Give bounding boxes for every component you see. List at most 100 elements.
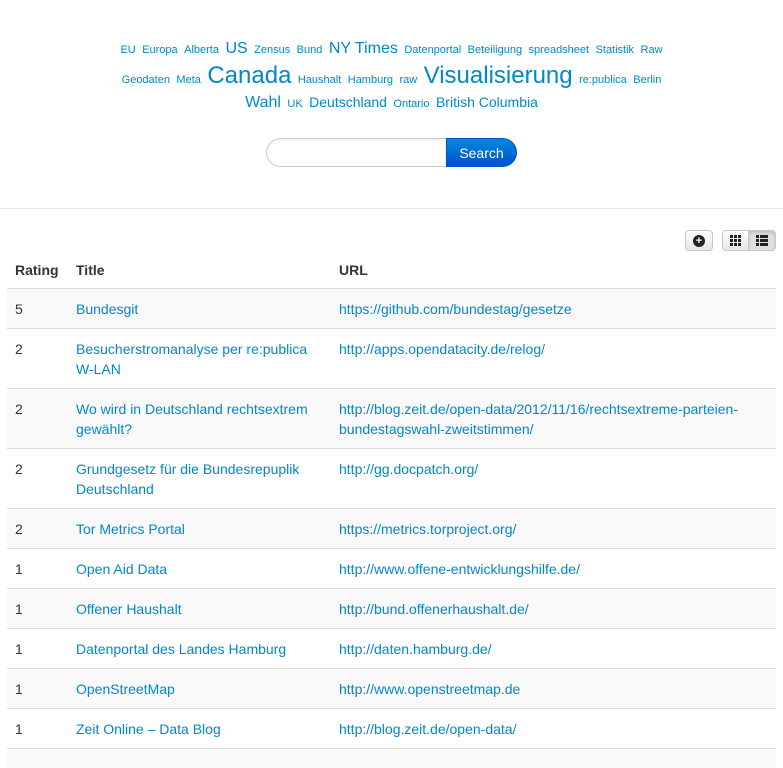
tag-link[interactable]: Geodaten [122,74,170,86]
title-link[interactable]: Offener Haushalt [76,601,182,617]
divider [0,208,783,209]
table-row: 2Besucherstromanalyse per re:publica W-L… [7,329,776,389]
tag-link[interactable]: British Columbia [436,94,538,110]
url-cell: http://blog.zeit.de/open-data/ [331,709,776,749]
rating-cell: 2 [7,449,68,509]
rating-cell: 1 [7,669,68,709]
title-cell: OpenStreetMap [68,669,331,709]
column-header-url[interactable]: URL [331,252,776,289]
tag-link[interactable]: NY Times [329,40,398,57]
grid-view-button[interactable] [722,230,749,251]
column-header-title[interactable]: Title [68,252,331,289]
tag-link[interactable]: Meta [176,74,200,86]
tag-link[interactable]: UK [287,98,302,110]
title-cell: Open Aid Data [68,549,331,589]
title-link[interactable]: Open Aid Data [76,561,167,577]
url-cell [331,749,776,768]
title-cell: Grundgesetz für die Bundesrepuplik Deuts… [68,449,331,509]
tag-link[interactable]: raw [399,74,417,86]
tag-link[interactable]: Haushalt [298,74,341,86]
rating-cell: 1 [7,709,68,749]
rating-cell: 1 [7,589,68,629]
table-row: 1 Zeit Online – Data Blog http://blog.zeit… [7,709,776,749]
table-row: 2Grundgesetz für die Bundesrepuplik Deut… [7,449,776,509]
url-link[interactable]: http://www.openstreetmap.de [339,681,520,697]
tag-link[interactable]: Zensus [254,44,290,56]
add-entry-button[interactable]: + [685,230,713,251]
tag-link[interactable]: US [225,40,247,57]
url-link[interactable]: http://apps.opendatacity.de/relog/ [339,341,545,357]
url-link[interactable]: http://gg.docpatch.org/ [339,461,478,477]
tag-link[interactable]: Datenportal [404,44,461,56]
url-cell: http://www.openstreetmap.de [331,669,776,709]
url-link[interactable]: http://www.offene-entwicklungshilfe.de/ [339,561,580,577]
table-row: 1 Datenportal des Landes Hamburg http://da… [7,629,776,669]
tag-link[interactable]: Alberta [184,44,219,56]
table-row: 2 Tor Metrics Portal https://metrics.torpr… [7,509,776,549]
title-cell: Wo wird in Deutschland rechtsextrem gewä… [68,389,331,449]
table-row [7,749,776,768]
table-row: 2Wo wird in Deutschland rechtsextrem gew… [7,389,776,449]
url-link[interactable]: http://blog.zeit.de/open-data/ [339,721,516,737]
title-cell: Tor Metrics Portal [68,509,331,549]
tag-link[interactable]: re:publica [579,74,627,86]
column-header-rating[interactable]: Rating [7,252,68,289]
links-table: Rating Title URL 5 Bundesgit https://githu… [7,252,776,768]
title-link[interactable]: OpenStreetMap [76,681,175,697]
rating-cell: 2 [7,329,68,389]
search-input[interactable] [266,138,446,167]
tag-link[interactable]: Visualisierung [424,62,573,89]
url-cell: http://gg.docpatch.org/ [331,449,776,509]
rating-cell: 5 [7,289,68,329]
title-link[interactable]: Zeit Online – Data Blog [76,721,221,737]
tag-link[interactable]: Beteiligung [468,44,522,56]
rating-cell: 2 [7,389,68,449]
url-link[interactable]: http://daten.hamburg.de/ [339,641,492,657]
url-link[interactable]: http://bund.offenerhaushalt.de/ [339,601,529,617]
tag-link[interactable]: Ontario [393,98,429,110]
table-row: 5 Bundesgit https://github.com/bundestag/g… [7,289,776,329]
tag-link[interactable]: Canada [207,62,291,89]
title-link[interactable]: Tor Metrics Portal [76,521,185,537]
list-view-icon [756,235,768,246]
title-link[interactable]: Wo wird in Deutschland rechtsextrem gewä… [76,401,308,437]
tag-link[interactable]: Berlin [633,74,661,86]
title-link[interactable]: Bundesgit [76,301,138,317]
title-cell: Zeit Online – Data Blog [68,709,331,749]
url-cell: http://bund.offenerhaushalt.de/ [331,589,776,629]
grid-view-icon [730,235,741,246]
title-link[interactable]: Besucherstromanalyse per re:publica W-LA… [76,341,307,377]
title-link[interactable]: Datenportal des Landes Hamburg [76,641,286,657]
tag-cloud: EU Europa Alberta US Zensus Bund NY Time… [104,38,679,114]
title-cell: Datenportal des Landes Hamburg [68,629,331,669]
rating-cell: 1 [7,629,68,669]
table-row: 1 Offener Haushalt http://bund.offenerhaus… [7,589,776,629]
url-link[interactable]: https://github.com/bundestag/gesetze [339,301,572,317]
title-cell: Besucherstromanalyse per re:publica W-LA… [68,329,331,389]
tag-link[interactable]: Raw [641,44,663,56]
title-cell [68,749,331,768]
tag-link[interactable]: Wahl [245,94,281,111]
table-header-row: Rating Title URL [7,252,776,289]
tag-link[interactable]: Statistik [596,44,635,56]
url-link[interactable]: https://metrics.torproject.org/ [339,521,516,537]
url-link[interactable]: http://blog.zeit.de/open-data/2012/11/16… [339,401,738,437]
tag-link[interactable]: Deutschland [309,94,387,110]
rating-cell: 2 [7,509,68,549]
rating-cell: 1 [7,549,68,589]
search-button[interactable]: Search [446,138,517,167]
tag-link[interactable]: spreadsheet [529,44,590,56]
tag-link[interactable]: Europa [142,44,177,56]
title-link[interactable]: Grundgesetz für die Bundesrepuplik Deuts… [76,461,299,497]
url-cell: http://www.offene-entwicklungshilfe.de/ [331,549,776,589]
title-cell: Offener Haushalt [68,589,331,629]
url-cell: http://apps.opendatacity.de/relog/ [331,329,776,389]
list-view-button[interactable] [748,230,776,251]
tag-link[interactable]: EU [120,44,135,56]
table-row: 1 OpenStreetMap http://www.openstreetmap.d… [7,669,776,709]
tag-link[interactable]: Hamburg [348,74,393,86]
tag-link[interactable]: Bund [297,44,323,56]
plus-circle-icon: + [693,235,705,247]
search-form: Search [266,138,517,167]
title-cell: Bundesgit [68,289,331,329]
